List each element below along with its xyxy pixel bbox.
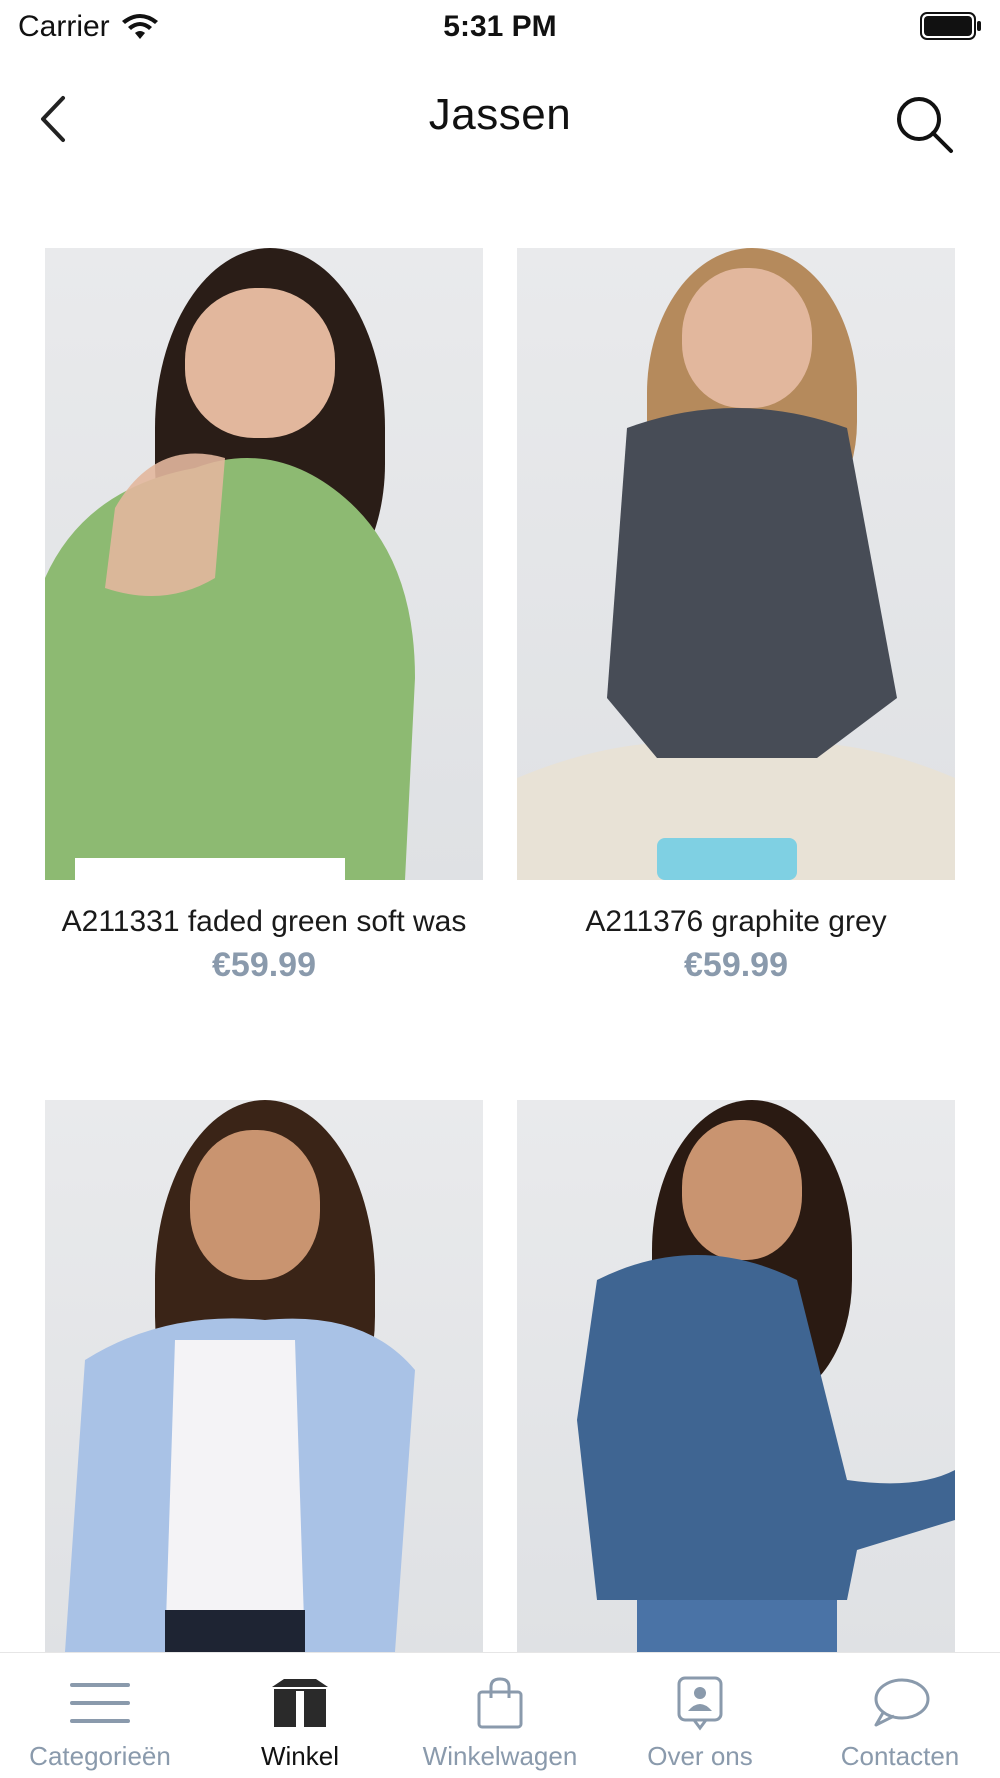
clock: 5:31 PM [443,10,557,43]
product-card[interactable] [517,1100,955,1674]
tab-categories[interactable]: Categorieën [0,1653,200,1778]
product-card[interactable]: A211331 faded green soft was €59.99 [45,248,483,985]
contact-card-icon [668,1675,732,1731]
jacket-illustration [65,1318,415,1652]
shopping-bag-icon [468,1675,532,1731]
nav-bar: Jassen [0,60,1000,180]
product-price: €59.99 [684,946,788,984]
jacket-illustration [45,453,415,880]
search-icon [897,97,953,153]
product-card[interactable] [45,1100,483,1674]
jacket-body [607,408,897,758]
tab-label: Categorieën [29,1741,171,1771]
jacket-body [45,458,415,880]
screen: Carrier 5:31 PM Jassen A211331 faded gre… [0,0,1000,1778]
tab-store[interactable]: Winkel [200,1653,400,1778]
tab-label: Winkelwagen [422,1741,578,1771]
jacket-illustration [517,408,955,880]
page-title: Jassen [428,90,572,139]
tab-label: Winkel [260,1741,339,1771]
tab-label: Contacten [840,1741,960,1771]
tab-label: Over ons [647,1741,753,1771]
chat-bubble-icon [868,1675,932,1731]
store-icon [268,1675,332,1731]
product-price: €59.99 [212,946,316,984]
battery-icon [920,12,981,40]
product-image[interactable] [517,1100,955,1652]
product-image[interactable] [45,1100,483,1652]
search-button[interactable] [890,90,960,160]
menu-icon [68,1675,132,1731]
status-bar: Carrier 5:31 PM [0,0,1000,56]
product-card[interactable]: A211376 graphite grey €59.99 [517,248,955,985]
jacket-illustration [577,1255,955,1652]
product-image[interactable] [45,248,483,880]
tab-cart[interactable]: Winkelwagen [400,1653,600,1778]
tab-bar: Categorieën Winkel Winkelwagen Over ons … [0,1652,1000,1778]
tab-contacts[interactable]: Contacten [800,1653,1000,1778]
jacket-body [577,1255,955,1600]
product-name: A211331 faded green soft was [61,905,467,938]
product-name: A211376 graphite grey [585,905,887,938]
tab-about[interactable]: Over ons [600,1653,800,1778]
product-image[interactable] [517,248,955,880]
